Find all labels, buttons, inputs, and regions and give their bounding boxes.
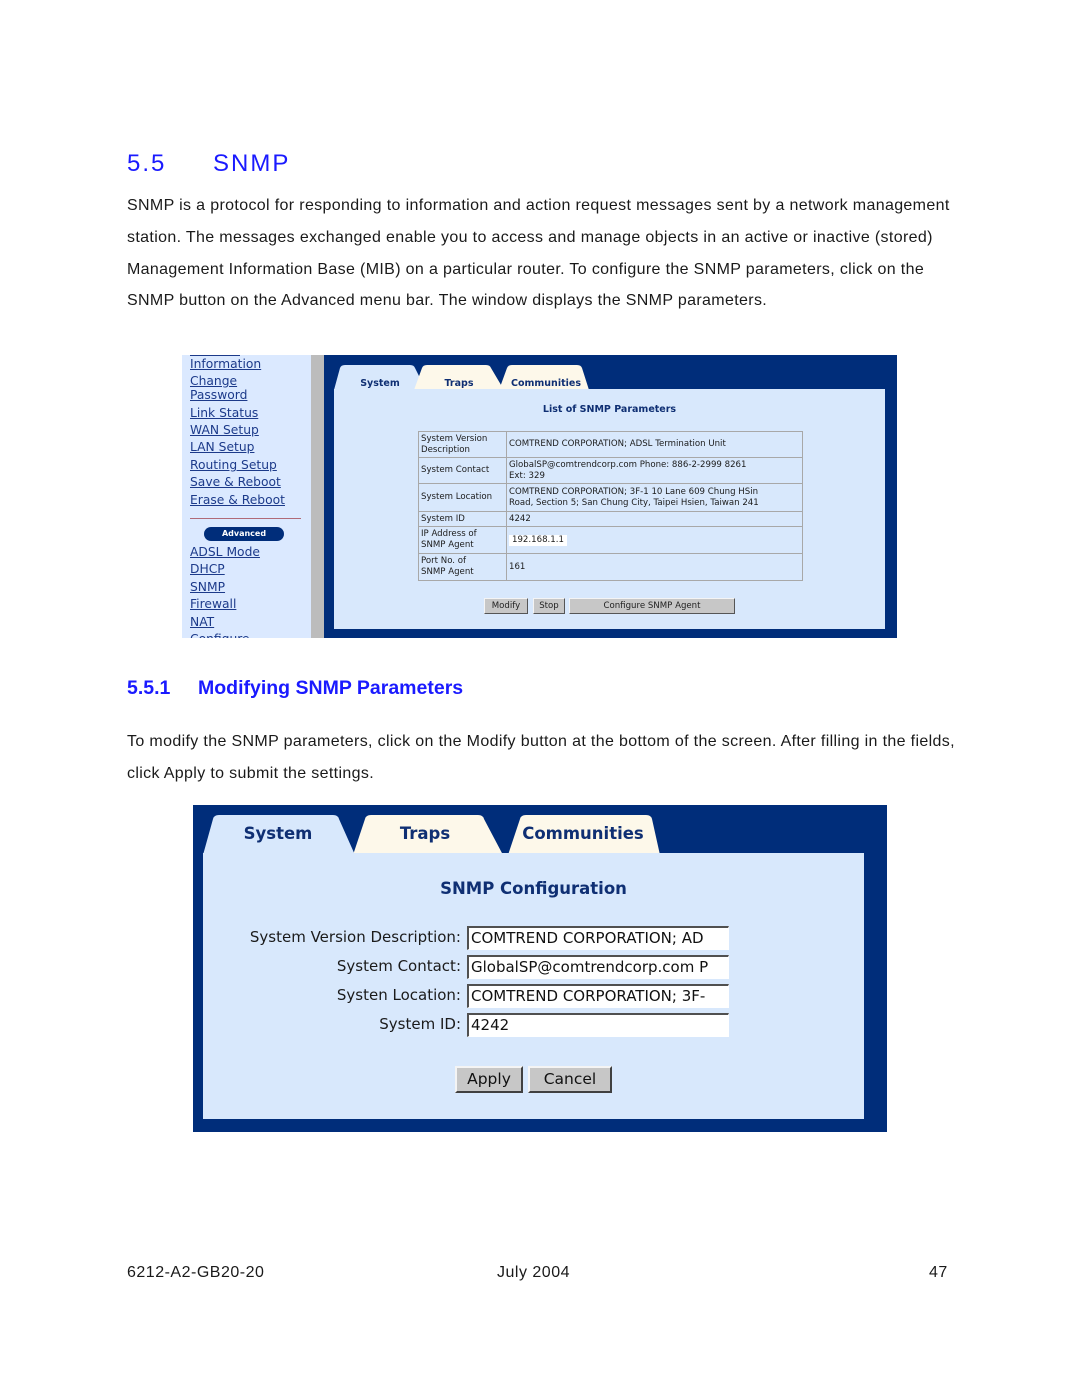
ip-address-value: 192.168.1.1 — [509, 534, 567, 546]
sidebar-item-save-reboot[interactable]: Save & Reboot — [190, 475, 281, 489]
table-row: System Version Description COMTREND CORPO… — [418, 431, 803, 458]
system-version-description-input[interactable]: COMTREND CORPORATION; AD — [467, 926, 729, 950]
subsection-heading: 5.5.1 Modifying SNMP Parameters — [127, 677, 463, 700]
tab-communities-label: Communities — [511, 378, 581, 389]
sidebar-item-change-password-line1[interactable]: Change — [190, 374, 237, 388]
param-value: 192.168.1.1 — [506, 526, 803, 554]
system-id-input[interactable]: 4242 — [467, 1013, 729, 1037]
sidebar-item-routing-setup[interactable]: Routing Setup — [190, 458, 277, 472]
snmp-parameters-table: System Version Description COMTREND CORPO… — [418, 431, 803, 581]
advanced-menu-button[interactable]: Advanced — [204, 527, 284, 541]
section-number: 5.5 — [127, 150, 167, 177]
tab-communities-label: Communities — [522, 824, 644, 843]
subsection-number: 5.5.1 — [127, 677, 171, 699]
stop-button[interactable]: Stop — [533, 598, 565, 614]
sidebar-top-underline — [190, 355, 240, 356]
field-label: System Contact: — [336, 957, 461, 975]
system-location-input[interactable]: COMTREND CORPORATION; 3F- — [467, 984, 729, 1008]
field-label: System ID: — [379, 1015, 461, 1033]
sidebar-item-erase-reboot[interactable]: Erase & Reboot — [190, 493, 285, 507]
tab-communities[interactable]: Communities — [508, 815, 660, 855]
modify-instructions: To modify the SNMP parameters, click on … — [127, 733, 955, 782]
tab-system-label: System — [360, 378, 400, 389]
field-system-contact: System Contact: GlobalSP@comtrendcorp.co… — [203, 955, 864, 979]
configure-snmp-agent-button[interactable]: Configure SNMP Agent — [569, 598, 735, 614]
sidebar-item-firewall[interactable]: Firewall — [190, 597, 236, 611]
field-label: Systen Location: — [336, 986, 461, 1004]
field-system-location: Systen Location: COMTREND CORPORATION; 3… — [203, 984, 864, 1008]
param-key: System Version Description — [418, 431, 507, 458]
sidebar-item-lan-setup[interactable]: LAN Setup — [190, 440, 254, 454]
param-key: System Location — [418, 483, 507, 512]
tab-communities[interactable]: Communities — [499, 365, 589, 390]
param-value: 161 — [506, 553, 803, 581]
tab-traps-label: Traps — [399, 824, 451, 843]
field-label: System Version Description: — [249, 928, 461, 946]
param-key: IP Address of SNMP Agent — [418, 526, 507, 554]
intro-paragraph: SNMP is a protocol for responding to inf… — [127, 197, 950, 310]
tab-system[interactable]: System — [334, 365, 426, 390]
modify-button[interactable]: Modify — [484, 598, 528, 614]
panel-title: SNMP Configuration — [440, 879, 627, 898]
sidebar-item-snmp[interactable]: SNMP — [190, 580, 225, 594]
sidebar-item-information[interactable]: Information — [190, 357, 261, 371]
system-contact-input[interactable]: GlobalSP@comtrendcorp.com P — [467, 955, 729, 979]
footer-date: July 2004 — [497, 1264, 570, 1281]
sidebar-item-adsl-mode[interactable]: ADSL Mode — [190, 545, 260, 559]
section-title: SNMP — [213, 150, 291, 177]
param-key: System ID — [418, 511, 507, 527]
field-system-id: System ID: 4242 — [203, 1013, 864, 1037]
table-row: System Contact GlobalSP@comtrendcorp.com… — [418, 457, 803, 484]
tab-system[interactable]: System — [203, 815, 355, 855]
sidebar-item-link-status[interactable]: Link Status — [190, 406, 258, 420]
tab-traps[interactable]: Traps — [353, 815, 503, 855]
field-system-version-description: System Version Description: COMTREND COR… — [203, 926, 864, 950]
panel-title: List of SNMP Parameters — [542, 404, 677, 415]
table-row: System ID 4242 — [418, 511, 803, 527]
sidebar-divider — [190, 518, 301, 519]
tab-traps-label: Traps — [444, 378, 474, 389]
param-key: Port No. of SNMP Agent — [418, 553, 507, 581]
subsection-title: Modifying SNMP Parameters — [198, 677, 464, 699]
param-value: 4242 — [506, 511, 803, 527]
param-value: COMTREND CORPORATION; ADSL Termination U… — [506, 431, 803, 458]
snmp-main-frame: System Traps Communities List of SNMP Pa… — [324, 355, 897, 638]
sidebar-item-wan-setup[interactable]: WAN Setup — [190, 423, 259, 437]
table-row: IP Address of SNMP Agent 192.168.1.1 — [418, 526, 803, 554]
sidebar-item-dhcp[interactable]: DHCP — [190, 562, 225, 576]
snmp-parameters-panel: List of SNMP Parameters System Version De… — [334, 389, 885, 629]
snmp-list-screenshot: Information Change Password Link Status … — [182, 355, 897, 638]
snmp-configuration-screenshot: System Traps Communities SNMP Configurat… — [193, 805, 887, 1132]
param-value: GlobalSP@comtrendcorp.com Phone: 886-2-2… — [506, 457, 803, 484]
cancel-button[interactable]: Cancel — [528, 1066, 612, 1093]
sidebar-menu: Information Change Password Link Status … — [182, 355, 311, 638]
param-key: System Contact — [418, 457, 507, 484]
section-heading: 5.5 SNMP — [127, 150, 290, 178]
table-row: System Location COMTREND CORPORATION; 3F… — [418, 483, 803, 512]
footer-page-number: 47 — [929, 1264, 948, 1281]
sidebar-item-configure[interactable]: Configure — [190, 632, 250, 638]
tab-system-label: System — [243, 824, 313, 843]
table-row: Port No. of SNMP Agent 161 — [418, 553, 803, 581]
footer-doc-id: 6212-A2-GB20-20 — [127, 1264, 265, 1281]
sidebar-item-nat[interactable]: NAT — [190, 615, 214, 629]
tab-traps[interactable]: Traps — [414, 365, 504, 390]
param-value: COMTREND CORPORATION; 3F-1 10 Lane 609 C… — [506, 483, 803, 512]
frame-divider — [311, 355, 324, 638]
apply-button[interactable]: Apply — [455, 1066, 523, 1093]
sidebar-item-change-password-line2[interactable]: Password — [190, 388, 247, 402]
